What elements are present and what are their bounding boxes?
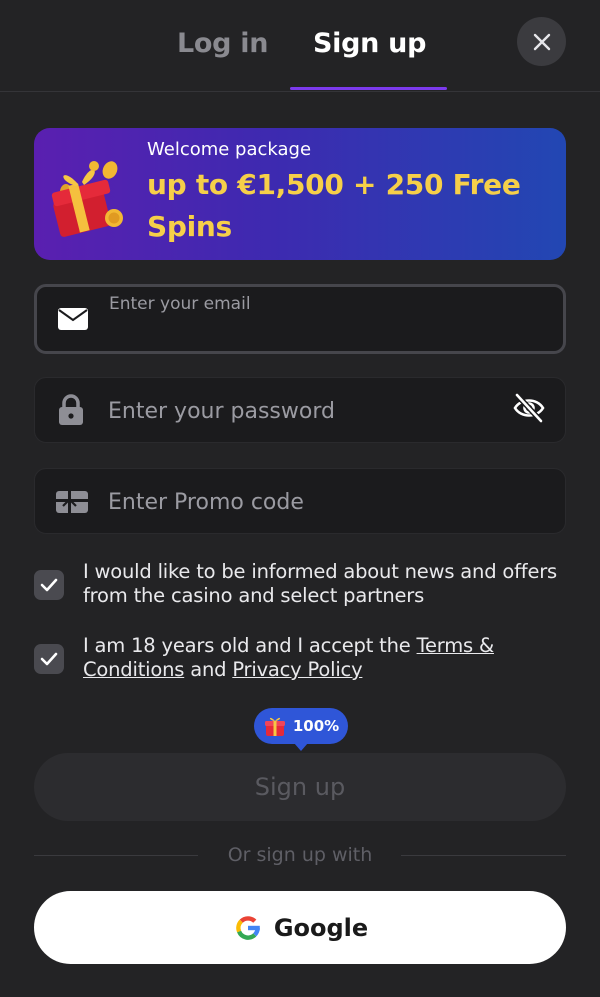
terms-consent-middle: and — [184, 658, 233, 681]
toggle-password-visibility-button[interactable] — [511, 390, 547, 426]
promo-code-input[interactable] — [108, 487, 508, 517]
tab-login[interactable]: Log in — [177, 28, 268, 59]
news-consent-checkbox[interactable] — [34, 570, 64, 600]
gift-icon — [264, 717, 285, 736]
promo-code-field[interactable] — [34, 468, 566, 534]
password-input[interactable] — [108, 396, 508, 426]
terms-consent-text: I am 18 years old and I accept the Terms… — [83, 634, 563, 682]
terms-consent-prefix: I am 18 years old and I accept the — [83, 634, 417, 657]
privacy-policy-link[interactable]: Privacy Policy — [232, 658, 362, 681]
close-button[interactable] — [517, 17, 566, 66]
tab-signup[interactable]: Sign up — [313, 28, 426, 59]
divider-line-right — [401, 855, 566, 856]
welcome-banner[interactable]: Welcome package up to €1,500 + 250 Free … — [34, 128, 566, 260]
check-icon — [40, 652, 58, 666]
active-tab-indicator — [290, 87, 447, 90]
terms-consent-checkbox[interactable] — [34, 644, 64, 674]
check-icon — [40, 578, 58, 592]
banner-subtitle: Welcome package — [147, 139, 312, 160]
auth-tabs-header: Log in Sign up — [0, 0, 600, 92]
google-signup-button[interactable]: Google — [34, 891, 566, 964]
gift-card-icon — [56, 491, 88, 513]
signup-submit-button[interactable]: Sign up — [34, 753, 566, 821]
google-icon — [236, 915, 260, 940]
eye-off-icon — [513, 393, 545, 423]
bonus-badge: 100% — [254, 708, 348, 751]
close-icon — [533, 33, 550, 50]
banner-title: up to €1,500 + 250 Free Spins — [147, 168, 521, 243]
gift-box-icon — [51, 161, 123, 237]
envelope-icon — [58, 308, 88, 330]
news-consent-text: I would like to be informed about news a… — [83, 560, 558, 607]
lock-icon — [59, 394, 83, 425]
email-field[interactable]: Enter your email — [34, 284, 566, 354]
email-field-label: Enter your email — [109, 294, 251, 314]
bonus-percentage: 100% — [292, 717, 340, 735]
email-input[interactable] — [110, 319, 510, 349]
password-field[interactable] — [34, 377, 566, 443]
google-button-label: Google — [273, 913, 369, 942]
